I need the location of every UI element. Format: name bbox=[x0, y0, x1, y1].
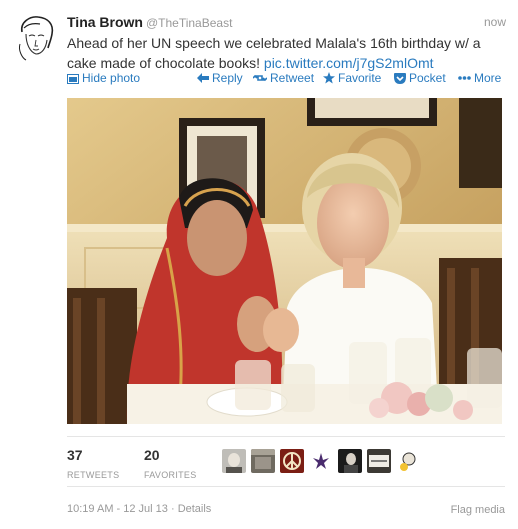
engaged-users-avatars bbox=[222, 449, 420, 473]
tweet-timestamp[interactable]: 10:19 AM - 12 Jul 13 bbox=[67, 503, 168, 515]
retweet-button[interactable]: Retweet bbox=[253, 71, 314, 85]
author-avatar[interactable] bbox=[14, 14, 58, 62]
tweet-photo-link[interactable]: pic.twitter.com/j7gS2mlOmt bbox=[264, 55, 434, 71]
user-avatar[interactable] bbox=[309, 449, 333, 473]
more-label: More bbox=[474, 71, 502, 85]
pocket-button[interactable]: Pocket bbox=[394, 71, 446, 85]
pocket-icon bbox=[394, 72, 406, 84]
star-icon bbox=[323, 72, 335, 84]
more-button[interactable]: More bbox=[458, 71, 501, 85]
pocket-label: Pocket bbox=[409, 71, 446, 85]
retweets-stat[interactable]: 37 RETWEETS bbox=[67, 447, 119, 480]
photo-icon bbox=[67, 73, 79, 84]
tweet-text: Ahead of her UN speech we celebrated Mal… bbox=[67, 33, 507, 73]
favorite-button[interactable]: Favorite bbox=[323, 71, 381, 85]
reply-button[interactable]: Reply bbox=[197, 71, 243, 85]
retweet-icon bbox=[253, 74, 267, 82]
favorite-label: Favorite bbox=[338, 71, 382, 85]
tweet-header: Tina Brown @TheTinaBeast now bbox=[67, 14, 506, 32]
tweet-actions: Hide photo Reply Retweet Favorite Pocket… bbox=[67, 71, 507, 87]
birthday-photo-image bbox=[67, 98, 502, 424]
footer-separator: · bbox=[167, 503, 178, 515]
tweet-time[interactable]: now bbox=[484, 15, 506, 29]
retweet-label: Retweet bbox=[270, 71, 315, 85]
user-avatar[interactable] bbox=[251, 449, 275, 473]
stats-bottom-divider bbox=[67, 486, 505, 487]
hide-photo-label: Hide photo bbox=[82, 71, 141, 85]
author-handle[interactable]: @TheTinaBeast bbox=[146, 16, 232, 30]
reply-icon bbox=[197, 73, 209, 83]
sketch-avatar-icon bbox=[14, 14, 58, 62]
ellipsis-icon bbox=[458, 76, 471, 80]
author-name[interactable]: Tina Brown bbox=[67, 14, 143, 30]
retweets-count: 37 bbox=[67, 447, 83, 463]
tweet-footer-meta: 10:19 AM - 12 Jul 13 · Details bbox=[67, 503, 211, 515]
favorites-stat[interactable]: 20 FAVORITES bbox=[144, 447, 197, 480]
user-avatar[interactable] bbox=[338, 449, 362, 473]
stats-top-divider bbox=[67, 436, 505, 437]
flag-media-link[interactable]: Flag media bbox=[451, 504, 505, 516]
hide-photo-button[interactable]: Hide photo bbox=[67, 71, 140, 85]
user-avatar[interactable] bbox=[280, 449, 304, 473]
favorites-count: 20 bbox=[144, 447, 160, 463]
user-avatar[interactable] bbox=[222, 449, 246, 473]
reply-label: Reply bbox=[212, 71, 243, 85]
retweets-label: RETWEETS bbox=[67, 470, 120, 480]
tweet-photo[interactable] bbox=[67, 98, 502, 424]
favorites-label: FAVORITES bbox=[144, 470, 197, 480]
user-avatar[interactable] bbox=[396, 449, 420, 473]
user-avatar[interactable] bbox=[367, 449, 391, 473]
details-link[interactable]: Details bbox=[178, 503, 212, 515]
